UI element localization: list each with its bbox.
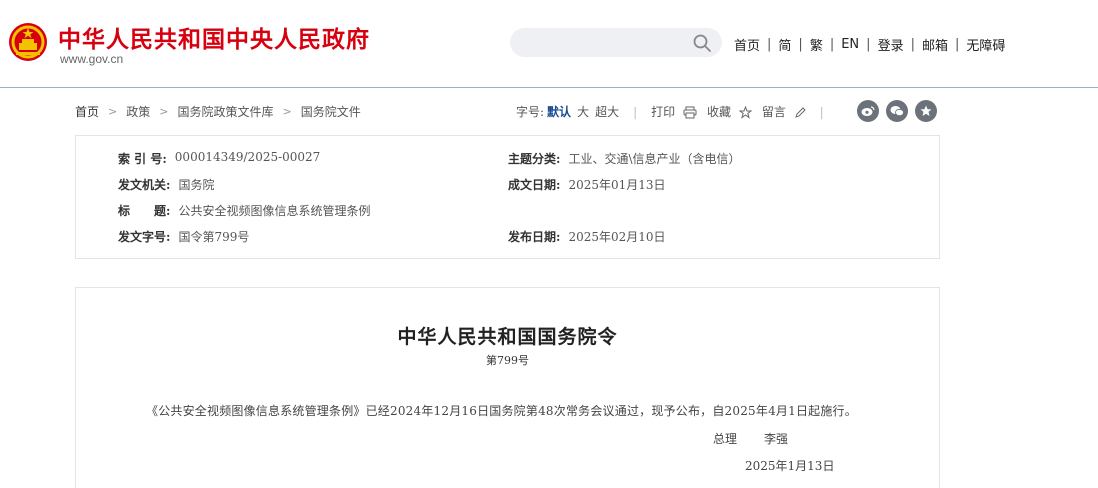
- breadcrumb-arrow: >: [108, 105, 118, 118]
- breadcrumb-arrow: >: [159, 105, 169, 118]
- meta-written-date: 成文日期: 2025年01月13日: [508, 176, 666, 193]
- meta-value: 2025年02月10日: [568, 230, 666, 244]
- nav-simplified[interactable]: 简: [778, 35, 791, 54]
- font-size-xlarge[interactable]: 超大: [595, 103, 619, 120]
- meta-category: 主题分类: 工业、交通\信息产业（含电信）: [508, 150, 740, 167]
- page-tools: 字号: 默认 大 超大 | 打印 收藏 留言 |: [516, 103, 838, 120]
- breadcrumb-state-council-docs[interactable]: 国务院文件: [301, 103, 361, 120]
- breadcrumb-arrow: >: [282, 105, 292, 118]
- signature-date: 2025年1月13日: [745, 459, 835, 473]
- printer-icon: [683, 106, 697, 119]
- nav-english[interactable]: EN: [841, 37, 859, 52]
- meta-value: 000014349/2025-00027: [174, 150, 321, 164]
- meta-label: 标 题:: [118, 204, 171, 218]
- favorite-star-icon[interactable]: [915, 100, 937, 122]
- search-input[interactable]: [510, 28, 722, 57]
- meta-index-no: 索 引 号: 000014349/2025-00027: [118, 150, 320, 167]
- national-emblem-icon[interactable]: [8, 21, 48, 63]
- meta-label: 主题分类:: [508, 152, 561, 166]
- document-number: 第799号: [486, 354, 529, 367]
- weibo-icon[interactable]: [857, 100, 879, 122]
- share-icons: [857, 100, 937, 122]
- nav-separator: |: [798, 37, 803, 52]
- meta-value: 国令第799号: [178, 230, 250, 244]
- nav-separator: |: [954, 37, 960, 52]
- favorite-label: 收藏: [706, 105, 731, 119]
- pencil-icon: [794, 106, 806, 118]
- meta-title: 标 题: 公共安全视频图像信息系统管理条例: [118, 202, 370, 219]
- print-label: 打印: [651, 105, 676, 119]
- nav-login[interactable]: 登录: [878, 35, 904, 54]
- meta-value: 工业、交通\信息产业（含电信）: [568, 152, 741, 166]
- site-header: 中华人民共和国中央人民政府 www.gov.cn 首页 | 简 | 繁 | EN…: [0, 0, 1098, 88]
- nav-accessibility[interactable]: 无障碍: [966, 35, 1005, 54]
- breadcrumb: 首页 > 政策 > 国务院政策文件库 > 国务院文件: [75, 103, 361, 120]
- font-size-default[interactable]: 默认: [547, 103, 571, 120]
- search-icon[interactable]: [692, 33, 712, 53]
- wechat-icon[interactable]: [886, 100, 908, 122]
- print-button[interactable]: 打印: [651, 103, 697, 120]
- site-title[interactable]: 中华人民共和国中央人民政府: [58, 20, 370, 54]
- meta-issuer: 发文机关: 国务院: [118, 176, 214, 193]
- tools-separator: |: [819, 104, 824, 119]
- nav-mail[interactable]: 邮箱: [922, 35, 948, 54]
- font-size-label: 字号:: [516, 105, 545, 119]
- comment-label: 留言: [761, 105, 786, 119]
- breadcrumb-policy-library[interactable]: 国务院政策文件库: [177, 103, 273, 120]
- font-size-large[interactable]: 大: [577, 103, 589, 120]
- tools-separator: |: [633, 104, 638, 119]
- meta-label: 成文日期:: [508, 178, 561, 192]
- meta-value: 公共安全视频图像信息系统管理条例: [178, 204, 371, 218]
- nav-separator: |: [910, 37, 915, 52]
- meta-value: 国务院: [178, 178, 215, 192]
- breadcrumb-policy[interactable]: 政策: [126, 103, 150, 120]
- meta-publish-date: 发布日期: 2025年02月10日: [508, 228, 666, 245]
- nav-separator: |: [767, 37, 772, 52]
- favorite-button[interactable]: 收藏: [707, 103, 752, 120]
- meta-label: 发文字号:: [118, 230, 171, 244]
- signatory-role: 总理: [713, 432, 738, 446]
- nav-separator: |: [866, 37, 871, 52]
- breadcrumb-home[interactable]: 首页: [75, 103, 99, 120]
- meta-label: 索 引 号:: [118, 152, 167, 166]
- comment-button[interactable]: 留言: [762, 103, 806, 120]
- nav-traditional[interactable]: 繁: [810, 35, 823, 54]
- document-heading: 中华人民共和国国务院令: [397, 326, 618, 348]
- signatory-name: 李强: [764, 432, 789, 446]
- meta-label: 发布日期:: [508, 230, 561, 244]
- meta-label: 发文机关:: [118, 178, 171, 192]
- document-body: 《公共安全视频图像信息系统管理条例》已经2024年12月16日国务院第48次常务…: [146, 404, 857, 418]
- nav-separator: |: [829, 37, 835, 52]
- site-url[interactable]: www.gov.cn: [60, 52, 123, 66]
- top-nav: 首页 | 简 | 繁 | EN | 登录 | 邮箱 | 无障碍: [734, 35, 1005, 54]
- meta-doc-no: 发文字号: 国令第799号: [118, 228, 249, 245]
- nav-home[interactable]: 首页: [734, 35, 760, 54]
- star-outline-icon: [738, 106, 752, 119]
- meta-value: 2025年01月13日: [568, 178, 666, 192]
